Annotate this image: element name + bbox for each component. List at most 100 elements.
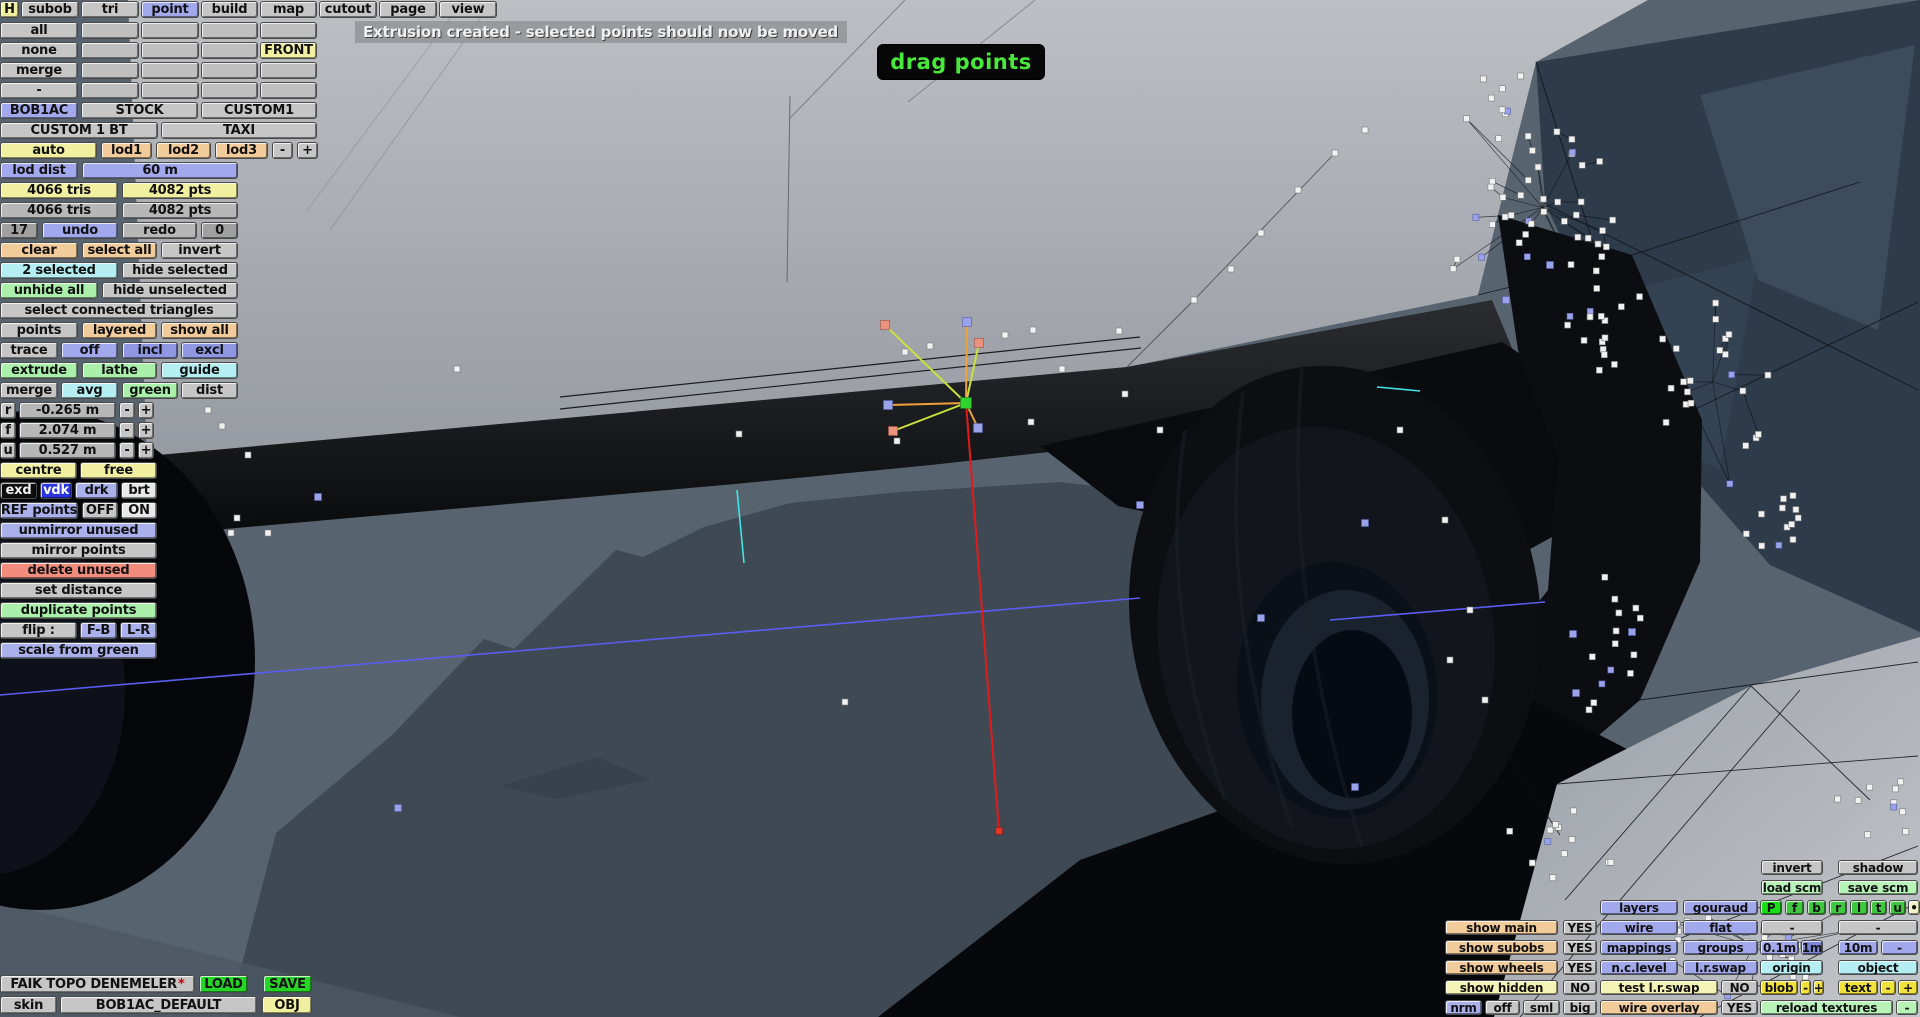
view-t[interactable]: t [1870, 900, 1887, 915]
save-button[interactable]: SAVE [263, 975, 312, 993]
load-button[interactable]: LOAD [199, 975, 248, 993]
show-subobs-yes[interactable]: YES [1563, 940, 1597, 955]
tris-count-2[interactable]: 4066 tris [0, 202, 118, 219]
hide-unselected[interactable]: hide unselected [102, 282, 238, 299]
dash-1[interactable]: - [1761, 920, 1823, 935]
layers-button[interactable]: layers [1600, 900, 1678, 915]
lod-minus[interactable]: - [272, 142, 293, 159]
axis-f-plus[interactable]: + [138, 422, 154, 439]
hide-selected[interactable]: hide selected [122, 262, 238, 279]
menu-h[interactable]: H [0, 1, 19, 18]
grid-10m[interactable]: 10m [1838, 940, 1878, 955]
menu-page[interactable]: page [379, 1, 437, 18]
exd-button[interactable]: exd [0, 482, 37, 499]
view-u[interactable]: u [1889, 900, 1906, 915]
origin-button[interactable]: origin [1760, 960, 1823, 975]
merge-green[interactable]: green [122, 382, 178, 399]
clear-button[interactable]: clear [0, 242, 78, 259]
ref-points[interactable]: REF points [0, 502, 78, 519]
flip-label[interactable]: flip : [0, 622, 77, 639]
layered-mode[interactable]: layered [82, 322, 157, 339]
axis-r-minus[interactable]: - [119, 402, 135, 419]
nc-level[interactable]: n.c.level [1600, 960, 1678, 975]
merge-dist[interactable]: dist [181, 382, 238, 399]
axis-u-value[interactable]: 0.527 m [19, 442, 116, 459]
project-name[interactable]: FAIK TOPO DENEMELER * [0, 975, 195, 993]
axis-r-label[interactable]: r [0, 402, 16, 419]
model-taxi[interactable]: TAXI [161, 122, 317, 139]
view-f[interactable]: f [1785, 900, 1804, 915]
pts-count[interactable]: 4082 pts [122, 182, 238, 199]
brt-button[interactable]: brt [121, 482, 157, 499]
object-button[interactable]: object [1838, 960, 1918, 975]
set-distance[interactable]: set distance [0, 582, 157, 599]
trace[interactable]: trace [0, 342, 58, 359]
show-hidden-no[interactable]: NO [1563, 980, 1597, 995]
blob-button[interactable]: blob [1760, 980, 1798, 995]
ref-on[interactable]: ON [121, 502, 157, 519]
menu-tri[interactable]: tri [81, 1, 139, 18]
vdk-button[interactable]: vdk [40, 482, 72, 499]
show-hidden[interactable]: show hidden [1445, 980, 1558, 995]
skin-label[interactable]: skin [0, 996, 57, 1014]
mappings-button[interactable]: mappings [1600, 940, 1678, 955]
lod3[interactable]: lod3 [215, 142, 268, 159]
show-wheels[interactable]: show wheels [1445, 960, 1558, 975]
tris-count[interactable]: 4066 tris [0, 182, 118, 199]
extrude-button[interactable]: extrude [0, 362, 78, 379]
guide-button[interactable]: guide [161, 362, 238, 379]
view-r[interactable]: r [1829, 900, 1847, 915]
load-scm[interactable]: load scm [1761, 880, 1823, 895]
unhide-all[interactable]: unhide all [0, 282, 98, 299]
delete-unused[interactable]: delete unused [0, 562, 157, 579]
axis-f-minus[interactable]: - [119, 422, 135, 439]
flat-button[interactable]: flat [1683, 920, 1758, 935]
skin-name[interactable]: BOB1AC_DEFAULT [60, 996, 257, 1014]
view-b[interactable]: b [1807, 900, 1826, 915]
unmirror-unused[interactable]: unmirror unused [0, 522, 157, 539]
merge-avg[interactable]: avg [61, 382, 118, 399]
menu-view[interactable]: view [439, 1, 497, 18]
select-all-button[interactable]: select all [82, 242, 157, 259]
menu-map[interactable]: map [260, 1, 317, 18]
axis-f-label[interactable]: f [0, 422, 16, 439]
view-l[interactable]: l [1850, 900, 1868, 915]
lod1[interactable]: lod1 [101, 142, 152, 159]
nrm-button[interactable]: nrm [1445, 1000, 1482, 1015]
dash-2[interactable]: - [1838, 920, 1918, 935]
trace-off[interactable]: off [61, 342, 118, 359]
menu-build[interactable]: build [201, 1, 258, 18]
ref-off[interactable]: OFF [82, 502, 118, 519]
trace-incl[interactable]: incl [122, 342, 178, 359]
merge-points[interactable]: merge [0, 382, 58, 399]
show-main[interactable]: show main [1445, 920, 1558, 935]
lathe-button[interactable]: lathe [82, 362, 157, 379]
redo-button[interactable]: redo [122, 222, 197, 239]
show-all-mode[interactable]: show all [161, 322, 238, 339]
model-bob1ac[interactable]: BOB1AC [0, 102, 78, 119]
text-minus[interactable]: - [1880, 980, 1896, 995]
test-lr-swap[interactable]: test l.r.swap [1600, 980, 1718, 995]
wire-overlay-yes[interactable]: YES [1721, 1000, 1758, 1015]
invert-view[interactable]: invert [1761, 860, 1823, 875]
text-button[interactable]: text [1838, 980, 1878, 995]
free-button[interactable]: free [80, 462, 157, 479]
points-mode[interactable]: points [0, 322, 78, 339]
axis-f-value[interactable]: 2.074 m [19, 422, 116, 439]
select-all-row[interactable]: all [0, 22, 78, 39]
test-lr-swap-no[interactable]: NO [1721, 980, 1758, 995]
groups-button[interactable]: groups [1683, 940, 1758, 955]
show-wheels-yes[interactable]: YES [1563, 960, 1597, 975]
model-custom1bt[interactable]: CUSTOM 1 BT [0, 122, 158, 139]
redo-count[interactable]: 0 [201, 222, 238, 239]
axis-r-value[interactable]: -0.265 m [19, 402, 116, 419]
reload-textures[interactable]: reload textures [1760, 1000, 1893, 1015]
trace-excl[interactable]: excl [181, 342, 238, 359]
axis-u-label[interactable]: u [0, 442, 16, 459]
lod-dist-value[interactable]: 60 m [82, 162, 238, 179]
view-p[interactable]: P [1760, 900, 1782, 915]
centre-button[interactable]: centre [0, 462, 77, 479]
axis-r-plus[interactable]: + [138, 402, 154, 419]
shadow-toggle[interactable]: shadow [1838, 860, 1918, 875]
flip-lr[interactable]: L-R [120, 622, 157, 639]
